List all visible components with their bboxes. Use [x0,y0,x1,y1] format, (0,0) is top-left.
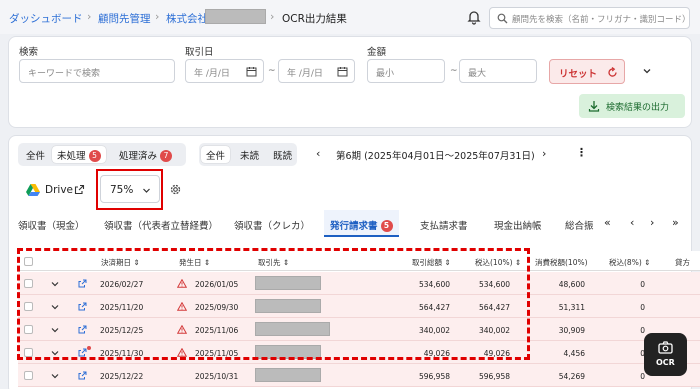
breadcrumb-company[interactable]: 株式会社 [166,11,208,26]
search-label: 検索 [19,47,39,58]
date-from-placeholder: 年 /月/日 [194,69,230,79]
client-search-input[interactable]: 顧問先を検索（名前・フリガナ・識別コード） [489,7,691,29]
tax8-cell: 0 [640,349,645,358]
tab-receipt-cash[interactable]: 領収書（現金） [18,218,85,232]
amount-min-placeholder: 最小 [376,69,395,79]
tab-receipt-rep-expense[interactable]: 領収書（代表者立替経費） [104,218,218,232]
col-tax8[interactable]: 税込(8%) ⇕ [609,257,650,268]
tax8-cell: 0 [640,303,645,312]
amount-label: 金額 [367,47,387,58]
reset-button[interactable]: リセット [549,59,625,84]
tax10-cell: 596,958 [478,372,510,381]
refresh-icon [608,67,617,77]
row-checkbox[interactable] [24,371,33,380]
read-tab-read[interactable]: 既読 [268,146,297,163]
date-range-separator: ~ [268,66,276,76]
ctax10-cell: 51,311 [558,303,585,312]
period-label: 第6期 (2025年04月01日〜2025年07月31日) [336,151,535,162]
redacted-company-name [205,9,266,24]
search-icon [497,13,508,24]
col-credit[interactable]: 貸方 [675,257,690,268]
count-badge: 5 [88,150,101,162]
next-tab-icon[interactable]: › [650,216,654,229]
last-tab-icon[interactable]: » [672,216,679,229]
bell-icon[interactable] [466,9,482,25]
count-badge: 5 [380,220,393,232]
status-tab-processed[interactable]: 処理済み 7 [114,146,177,163]
first-tab-icon[interactable]: « [604,216,611,229]
tax8-cell: 0 [640,280,645,289]
redacted-client-name [255,368,321,382]
more-menu-icon[interactable]: ⋮ [576,146,587,159]
count-badge: 7 [160,150,173,162]
col-ctax10[interactable]: 消費税額(10%) [535,257,588,268]
due-date-cell: 2025/12/22 [100,372,144,381]
highlight-zoom-box [96,169,163,210]
next-period-icon[interactable]: › [542,147,546,160]
expand-filters-icon[interactable] [642,66,652,76]
read-tab-all[interactable]: 全件 [201,146,231,163]
tab-cash-book[interactable]: 現金出納帳 [494,218,542,232]
calendar-icon[interactable] [246,66,257,77]
date-to-placeholder: 年 /月/日 [287,69,323,79]
keyword-input[interactable]: キーワードで検索 [19,59,175,83]
prev-tab-icon[interactable]: ‹ [630,216,634,229]
download-icon [588,101,600,112]
ctax10-cell: 4,456 [563,349,585,358]
ocr-button[interactable]: OCR [644,333,687,376]
highlight-table-box [17,248,530,360]
keyword-placeholder: キーワードで検索 [28,69,101,79]
date-to-input[interactable]: 年 /月/日 [278,59,355,83]
external-link-icon[interactable] [74,184,85,195]
tax8-cell: 0 [640,372,645,381]
amount-range-separator: ~ [450,66,458,76]
amount-min-input[interactable]: 最小 [367,59,445,83]
open-link-icon[interactable] [78,371,87,382]
date-from-input[interactable]: 年 /月/日 [185,59,264,83]
breadcrumb-separator: › [87,10,92,23]
ctax10-cell: 30,909 [558,326,585,335]
expand-row-icon[interactable] [51,372,59,382]
ocr-label: OCR [656,358,675,367]
tab-payable-invoice[interactable]: 支払請求書 [420,218,468,232]
amount-max-placeholder: 最大 [468,69,487,79]
calendar-icon[interactable] [337,66,348,77]
date-label: 取引日 [185,47,214,58]
ctax10-cell: 48,600 [558,280,585,289]
breadcrumb-dashboard[interactable]: ダッシュボード [9,11,83,26]
export-label: 検索結果の出力 [606,103,670,113]
breadcrumb-current: OCR出力結果 [282,13,347,25]
export-results-button[interactable]: 検索結果の出力 [579,94,685,118]
google-drive-icon [26,184,40,196]
status-tab-all[interactable]: 全件 [21,146,50,163]
breadcrumb-separator: › [270,10,275,23]
tab-issued-invoice[interactable]: 発行請求書 5 [330,218,393,232]
prev-period-icon[interactable]: ‹ [316,147,320,160]
camera-icon [658,341,673,354]
tab-general[interactable]: 総合振 [565,218,595,232]
total-cell: 596,958 [418,372,450,381]
tab-receipt-card[interactable]: 領収書（クレカ） [234,218,310,232]
breadcrumb-separator: › [155,10,160,23]
ctax10-cell: 54,269 [558,372,585,381]
read-tab-unread[interactable]: 未読 [235,146,264,163]
search-placeholder: 顧問先を検索（名前・フリガナ・識別コード） [512,15,691,25]
amount-max-input[interactable]: 最大 [459,59,537,83]
breadcrumb-clients[interactable]: 顧問先管理 [98,11,151,26]
gear-icon[interactable] [169,183,182,196]
reset-label: リセット [559,69,598,80]
status-tab-unprocessed[interactable]: 未処理 5 [52,146,106,163]
tax8-cell: 0 [640,326,645,335]
date-cell: 2025/10/31 [195,372,239,381]
drive-label[interactable]: Drive [45,184,73,196]
